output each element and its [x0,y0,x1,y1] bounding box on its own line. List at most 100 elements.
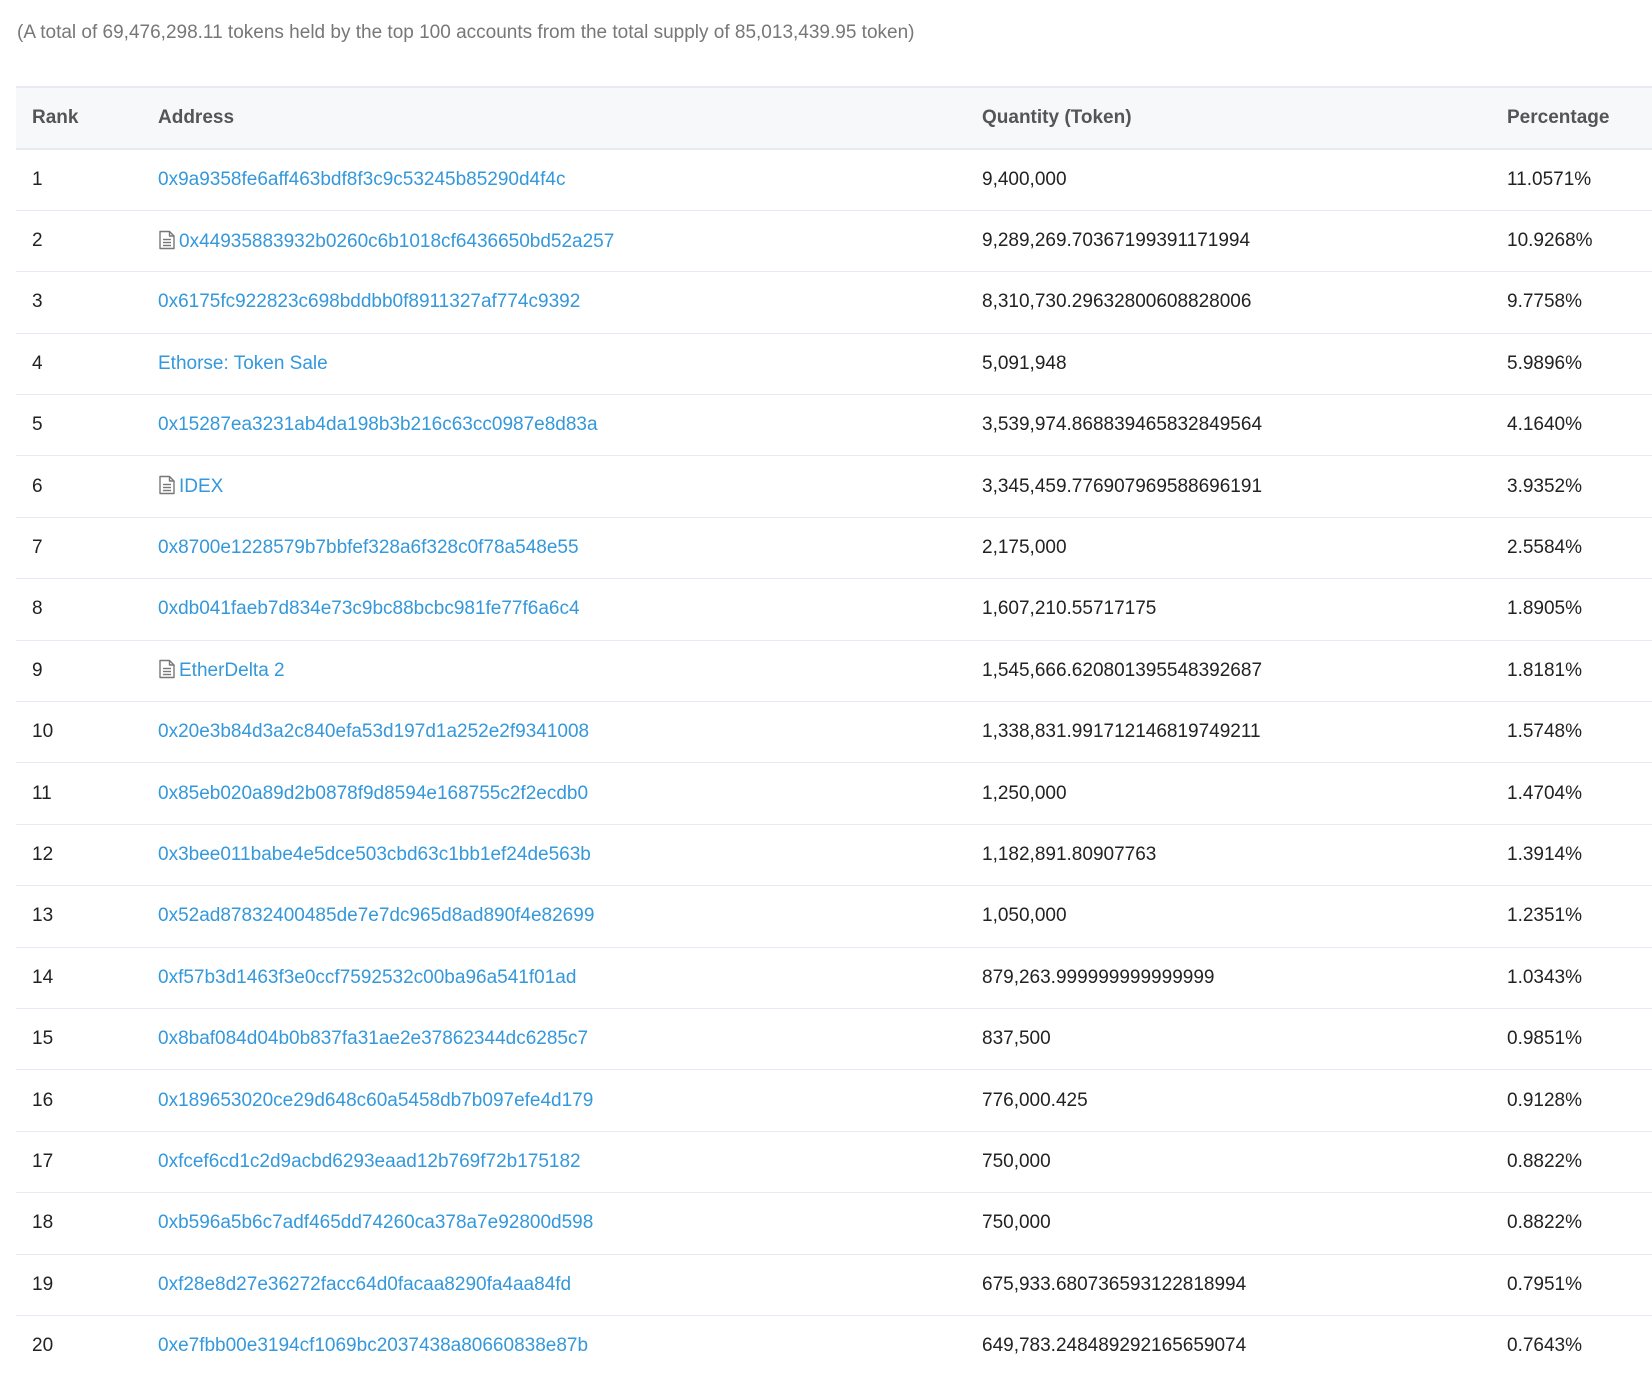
holder-address-link[interactable]: 0x3bee011babe4e5dce503cbd63c1bb1ef24de56… [158,844,591,865]
holder-address-link[interactable]: 0xb596a5b6c7adf465dd74260ca378a7e92800d5… [158,1212,593,1233]
percentage-cell: 1.5748% [1491,701,1652,764]
percentage-cell: 0.7951% [1491,1254,1652,1316]
header-percentage: Percentage [1491,86,1652,150]
quantity-cell: 675,933.680736593122818994 [966,1254,1491,1316]
percentage-cell: 1.2351% [1491,885,1652,948]
table-row: 8 0xdb041faeb7d834e73c9bc88bcbc981fe77f6a… [16,578,1652,641]
rank-cell: 16 [16,1069,142,1132]
quantity-cell: 750,000 [966,1192,1491,1255]
token-holders-table: Rank Address Quantity (Token) Percentage… [16,86,1652,1377]
table-row: 9 EtherDelta 2 1,545,666.62080139554839268… [16,640,1652,703]
address-cell: IDEX [142,455,966,518]
table-row: 14 0xf57b3d1463f3e0ccf7592532c00ba96a541f… [16,947,1652,1009]
holders-table-body: 1 0x9a9358fe6aff463bdf8f3c9c53245b85290d4… [16,149,1652,1377]
quantity-cell: 9,289,269.70367199391171994 [966,210,1491,273]
address-cell: 0x9a9358fe6aff463bdf8f3c9c53245b85290d4f… [142,149,966,211]
table-row: 5 0x15287ea3231ab4da198b3b216c63cc0987e8d… [16,394,1652,457]
quantity-cell: 649,783.248489292165659074 [982,1335,1247,1357]
rank-cell: 7 [16,517,142,580]
contract-file-icon [158,230,176,250]
address-cell: EtherDelta 2 [142,640,966,703]
table-row: 16 0x189653020ce29d648c60a5458db7b097efe4… [16,1069,1652,1132]
rank-cell: 19 [16,1254,142,1316]
header-rank: Rank [16,86,142,150]
percentage-cell: 1.0343% [1491,947,1652,1009]
holder-address-link[interactable]: 0x9a9358fe6aff463bdf8f3c9c53245b85290d4f… [158,169,565,190]
rank-cell: 14 [16,947,142,1009]
address-cell: 0xfcef6cd1c2d9acbd6293eaad12b769f72b1751… [142,1131,966,1194]
holder-address-link[interactable]: 0x15287ea3231ab4da198b3b216c63cc0987e8d8… [158,414,598,435]
table-header-row: Rank Address Quantity (Token) Percentage [16,86,1652,150]
percentage-cell: 3.9352% [1491,455,1652,518]
rank-cell: 18 [16,1192,142,1255]
percentage-cell: 0.9851% [1491,1008,1652,1071]
address-cell: 0x20e3b84d3a2c840efa53d197d1a252e2f93410… [142,701,966,764]
table-row: 13 0x52ad87832400485de7e7dc965d8ad890f4e8… [16,885,1652,948]
contract-file-icon [158,475,176,495]
table-row: 10 0x20e3b84d3a2c840efa53d197d1a252e2f934… [16,701,1652,764]
holder-address-link[interactable]: 0x8700e1228579b7bbfef328a6f328c0f78a548e… [158,537,579,558]
rank-cell: 1 [16,149,142,211]
quantity-cell: 3,539,974.868839465832849564 [966,394,1491,457]
rank-cell: 15 [16,1008,142,1071]
table-row: 15 0x8baf084d04b0b837fa31ae2e37862344dc62… [16,1008,1652,1071]
holder-address-link[interactable]: 0x85eb020a89d2b0878f9d8594e168755c2f2ecd… [158,783,588,804]
percentage-cell: 1.8905% [1491,578,1652,641]
address-cell: 0x15287ea3231ab4da198b3b216c63cc0987e8d8… [142,394,966,457]
holder-address-link[interactable]: IDEX [179,476,223,497]
quantity-cell: 1,182,891.80907763 [966,824,1491,887]
table-row: 19 0xf28e8d27e36272facc64d0facaa8290fa4aa… [16,1254,1652,1316]
percentage-cell: 9.7758% [1491,271,1652,334]
address-cell: 0x3bee011babe4e5dce503cbd63c1bb1ef24de56… [142,824,966,887]
rank-cell: 8 [16,578,142,641]
quantity-cell: 1,050,000 [966,885,1491,948]
address-cell: 0xdb041faeb7d834e73c9bc88bcbc981fe77f6a6… [142,578,966,641]
table-row: 17 0xfcef6cd1c2d9acbd6293eaad12b769f72b17… [16,1131,1652,1194]
rank-cell: 11 [16,762,142,825]
holder-address-link[interactable]: 0xf28e8d27e36272facc64d0facaa8290fa4aa84… [158,1274,571,1295]
holder-address-link[interactable]: 0xf57b3d1463f3e0ccf7592532c00ba96a541f01… [158,967,576,988]
holder-address-link[interactable]: 0x6175fc922823c698bddbb0f8911327af774c93… [158,291,580,312]
holder-address-link[interactable]: 0xe7fbb00e3194cf1069bc2037438a80660838e8… [158,1335,588,1356]
address-cell: 0x6175fc922823c698bddbb0f8911327af774c93… [142,271,966,334]
quantity-cell: 750,000 [966,1131,1491,1194]
table-row: 12 0x3bee011babe4e5dce503cbd63c1bb1ef24de… [16,824,1652,887]
rank-cell: 4 [16,333,142,396]
holder-address-link[interactable]: 0x8baf084d04b0b837fa31ae2e37862344dc6285… [158,1028,588,1049]
address-cell: 0xf28e8d27e36272facc64d0facaa8290fa4aa84… [142,1254,966,1316]
table-row: 2 0x44935883932b0260c6b1018cf6436650bd52a… [16,210,1652,273]
holder-address-link[interactable]: 0x44935883932b0260c6b1018cf6436650bd52a2… [179,231,614,252]
address-cell: 0x189653020ce29d648c60a5458db7b097efe4d1… [142,1069,966,1132]
rank-cell: 9 [16,640,142,703]
holder-address-link[interactable]: 0x189653020ce29d648c60a5458db7b097efe4d1… [158,1090,593,1111]
holder-address-link[interactable]: EtherDelta 2 [179,660,285,681]
address-cell: 0xe7fbb00e3194cf1069bc2037438a80660838e8… [142,1315,966,1376]
percentage-cell: 11.0571% [1491,149,1652,211]
address-cell: 0x52ad87832400485de7e7dc965d8ad890f4e826… [142,885,966,948]
table-row: 18 0xb596a5b6c7adf465dd74260ca378a7e92800… [16,1192,1652,1255]
address-cell: 0x44935883932b0260c6b1018cf6436650bd52a2… [142,210,966,273]
table-row: 20 0xe7fbb00e3194cf1069bc2037438a80660838… [16,1315,1652,1376]
holder-address-link[interactable]: Ethorse: Token Sale [158,353,328,374]
percentage-cell: 1.4704% [1491,762,1652,825]
table-row: 11 0x85eb020a89d2b0878f9d8594e168755c2f2e… [16,762,1652,825]
contract-file-icon [158,659,176,679]
holder-address-link[interactable]: 0xfcef6cd1c2d9acbd6293eaad12b769f72b1751… [158,1151,581,1172]
quantity-cell: 9,400,000 [966,149,1491,211]
holders-summary: (A total of 69,476,298.11 tokens held by… [17,22,915,43]
address-cell: Ethorse: Token Sale [142,333,966,396]
header-address: Address [142,86,966,150]
quantity-cell: 837,500 [966,1008,1491,1071]
holder-address-link[interactable]: 0x52ad87832400485de7e7dc965d8ad890f4e826… [158,905,594,926]
rank-cell: 20 [32,1335,54,1357]
quantity-cell: 8,310,730.29632800608828006 [966,271,1491,334]
holder-address-link[interactable]: 0xdb041faeb7d834e73c9bc88bcbc981fe77f6a6… [158,598,580,619]
quantity-cell: 1,607,210.55717175 [966,578,1491,641]
table-row: 1 0x9a9358fe6aff463bdf8f3c9c53245b85290d4… [16,149,1652,211]
percentage-cell: 10.9268% [1491,210,1652,273]
rank-cell: 12 [16,824,142,887]
holder-address-link[interactable]: 0x20e3b84d3a2c840efa53d197d1a252e2f93410… [158,721,589,742]
address-cell: 0x85eb020a89d2b0878f9d8594e168755c2f2ecd… [142,762,966,825]
table-row: 3 0x6175fc922823c698bddbb0f8911327af774c9… [16,271,1652,334]
rank-cell: 10 [16,701,142,764]
